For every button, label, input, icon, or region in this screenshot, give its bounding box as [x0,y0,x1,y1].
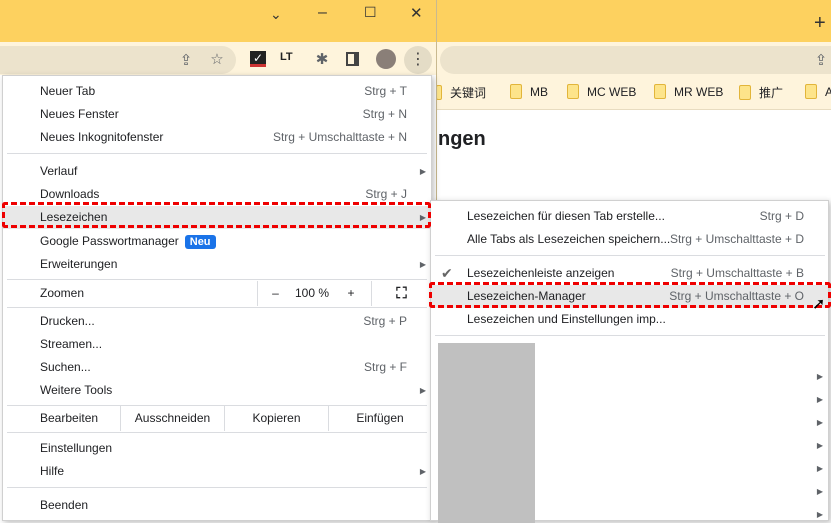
divider [7,153,427,154]
checkmark-icon: ✔ [441,265,453,281]
cut-button[interactable]: Ausschneiden [120,406,224,431]
menu-item-history[interactable]: Verlauf ▶ [3,160,431,183]
paste-button[interactable]: Einfügen [328,406,431,431]
submenu-item-bookmark-all-tabs[interactable]: Alle Tabs als Lesezeichen speichern... St… [431,228,828,251]
zoom-in-button[interactable]: + [331,281,371,306]
menu-item-new-tab[interactable]: Neuer Tab Strg + T [3,80,431,103]
menu-item-more-tools[interactable]: Weitere Tools ▶ [3,379,431,402]
bookmarks-submenu: Lesezeichen für diesen Tab erstelle... St… [430,200,829,523]
bookmark-folder[interactable]: 推广 [739,84,783,101]
languagetool-icon[interactable]: LT [280,51,293,63]
menu-item-new-window[interactable]: Neues Fenster Strg + N [3,103,431,126]
menu-item-print[interactable]: Drucken... Strg + P [3,310,431,333]
submenu-arrow-icon[interactable]: ▶ [817,510,823,519]
tab-search-button[interactable]: ⌄ [270,6,282,23]
submenu-arrow-icon: ▶ [419,467,426,476]
folder-icon [805,84,817,99]
submenu-arrow-icon: ▶ [419,260,426,269]
zoom-row: Zoomen – 100 % + ⛶ [3,281,431,306]
submenu-arrow-icon[interactable]: ▶ [817,487,823,496]
submenu-arrow-icon: ▶ [419,386,426,395]
profile-avatar[interactable] [376,49,396,69]
submenu-item-bookmark-tab[interactable]: Lesezeichen für diesen Tab erstelle... St… [431,205,828,228]
submenu-arrow-icon[interactable]: ▶ [817,464,823,473]
submenu-item-import[interactable]: Lesezeichen und Einstellungen imp... [431,308,828,331]
bookmark-folder[interactable]: MC WEB [567,84,636,99]
maximize-button[interactable]: ☐ [364,4,377,21]
menu-item-exit[interactable]: Beenden [3,494,431,517]
bookmark-star-icon[interactable]: ☆ [206,50,228,68]
menu-item-extensions[interactable]: Erweiterungen ▶ [3,253,431,276]
mouse-cursor-icon: ➚ [812,296,826,313]
menu-item-downloads[interactable]: Downloads Strg + J [3,183,431,206]
submenu-arrow-icon: ▶ [419,213,426,222]
menu-item-help[interactable]: Hilfe ▶ [3,460,431,483]
address-bar-second-window[interactable] [440,46,831,74]
edit-row: Bearbeiten Ausschneiden Kopieren Einfüge… [3,406,431,431]
menu-item-find[interactable]: Suchen... Strg + F [3,356,431,379]
extension-check-icon[interactable]: ✓ [250,51,266,67]
copy-button[interactable]: Kopieren [224,406,328,431]
menu-kebab-icon[interactable]: ⋮ [404,46,432,74]
submenu-arrow-icon[interactable]: ▶ [817,418,823,427]
share-icon[interactable]: ⇪ [175,51,197,69]
divider [7,432,427,433]
bookmark-folder[interactable]: MB [510,84,548,99]
folder-icon [510,84,522,99]
share-icon-second[interactable]: ⇪ [810,51,831,69]
divider [435,255,825,256]
side-panel-icon[interactable] [346,52,359,66]
menu-item-incognito[interactable]: Neues Inkognitofenster Strg + Umschalttas… [3,126,431,149]
menu-item-settings[interactable]: Einstellungen [3,437,431,460]
menu-item-bookmarks[interactable]: Lesezeichen ▶ [3,206,431,229]
bookmark-folder[interactable]: 关键词 [436,84,486,101]
submenu-arrow-icon[interactable]: ▶ [817,441,823,450]
submenu-arrow-icon: ▶ [419,167,426,176]
submenu-arrow-icon[interactable]: ▶ [817,395,823,404]
new-tab-button[interactable]: + [814,12,826,35]
fullscreen-icon[interactable]: ⛶ [371,281,431,306]
divider [7,487,427,488]
bookmark-folder[interactable]: A [805,84,831,99]
folder-icon [567,84,579,99]
submenu-item-bookmark-manager[interactable]: Lesezeichen-Manager Strg + Umschalttaste … [431,285,828,308]
zoom-out-button[interactable]: – [257,281,293,306]
zoom-level: 100 % [294,286,330,300]
redacted-bookmark-folders [438,343,535,523]
new-badge: Neu [184,235,216,249]
minimize-button[interactable]: – [318,4,327,22]
divider [7,279,427,280]
bookmark-folder[interactable]: MR WEB [654,84,723,99]
menu-item-password-manager[interactable]: Google Passwortmanager Neu [3,230,431,253]
submenu-item-show-bookmarks-bar[interactable]: ✔ Lesezeichenleiste anzeigen Strg + Umscha… [431,262,828,285]
close-button[interactable]: ✕ [410,4,423,22]
address-bar[interactable] [0,46,236,74]
extensions-puzzle-icon[interactable]: ✱ [311,50,333,68]
folder-icon [739,85,751,100]
divider [435,335,825,336]
page-heading: ngen [438,128,486,150]
divider [7,307,427,308]
chrome-main-menu: Neuer Tab Strg + T Neues Fenster Strg + N … [2,75,432,521]
submenu-arrow-icon[interactable]: ▶ [817,372,823,381]
folder-icon [654,84,666,99]
menu-item-cast[interactable]: Streamen... [3,333,431,356]
